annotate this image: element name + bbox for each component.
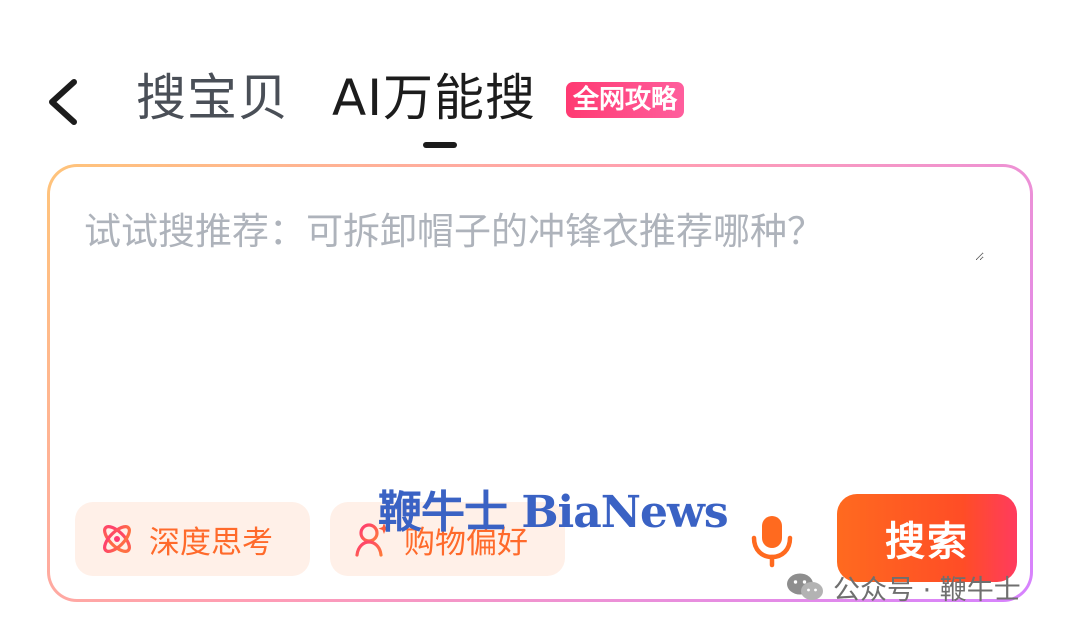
back-button[interactable] xyxy=(40,72,88,132)
wechat-account-watermark: 公众号 · 鞭牛士 xyxy=(785,570,1021,606)
chevron-left-icon xyxy=(49,79,77,125)
tab-search-items[interactable]: 搜宝贝 xyxy=(136,66,289,130)
microphone-icon xyxy=(751,516,793,568)
deep-thinking-label: 深度思考 xyxy=(149,524,273,561)
wechat-account-label: 公众号 · 鞭牛士 xyxy=(833,574,1021,606)
atom-icon xyxy=(103,525,131,553)
active-tab-indicator xyxy=(423,142,457,148)
deep-thinking-button[interactable]: 深度思考 xyxy=(75,502,310,576)
wechat-icon xyxy=(787,573,823,600)
search-input[interactable] xyxy=(84,201,984,261)
promo-badge: 全网攻略 xyxy=(566,82,685,118)
voice-input-button[interactable] xyxy=(747,514,797,568)
tab-ai-search[interactable]: AI万能搜 xyxy=(332,66,536,130)
bianews-watermark: 鞭牛士 BiaNews xyxy=(378,487,729,538)
